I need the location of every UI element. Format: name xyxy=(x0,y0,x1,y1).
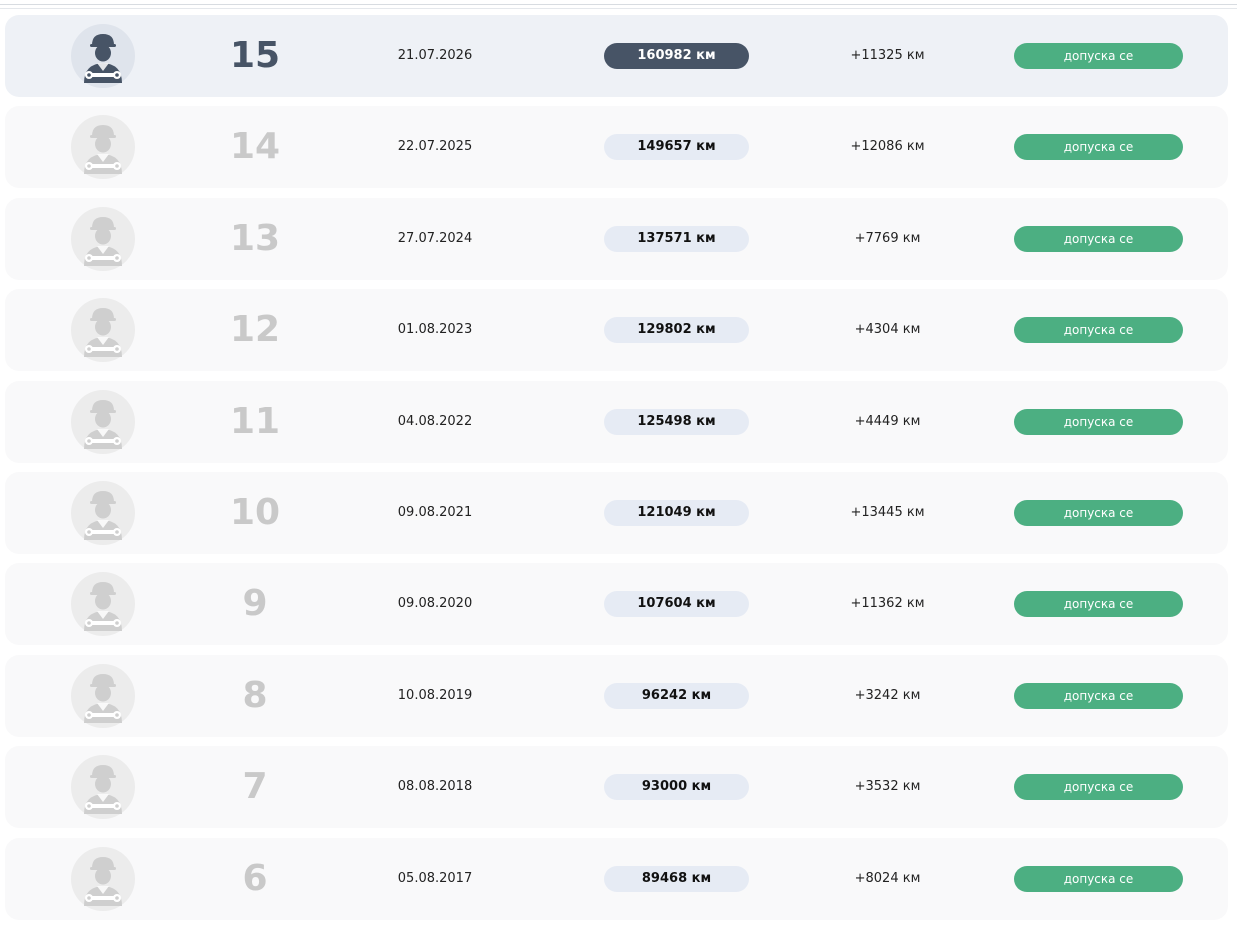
mileage-badge: 149657 км xyxy=(604,134,749,161)
mileage-badge: 125498 км xyxy=(604,408,749,435)
mileage-difference: +8024 км xyxy=(854,870,921,886)
inspection-row[interactable]: 7 08.08.2018 93000 км +3532 км допуска с… xyxy=(5,746,1228,829)
mechanic-icon xyxy=(71,298,135,363)
status-badge: допуска се xyxy=(1014,408,1183,435)
inspection-row[interactable]: 12 01.08.2023 129802 км +4304 км допуска… xyxy=(5,289,1228,372)
inspection-row[interactable]: 6 05.08.2017 89468 км +8024 км допуска с… xyxy=(5,837,1228,920)
status-badge: допуска се xyxy=(1014,682,1183,709)
mileage-difference: +12086 км xyxy=(850,139,925,155)
inspection-row[interactable]: 9 09.08.2020 107604 км +11362 км допуска… xyxy=(5,563,1228,646)
mechanic-icon xyxy=(71,663,135,728)
mechanic-icon xyxy=(71,480,135,545)
inspection-date: 21.07.2026 xyxy=(397,48,473,63)
inspection-number: 8 xyxy=(242,674,268,716)
inspection-list: 15 21.07.2026 160982 км +11325 км допуск… xyxy=(5,15,1228,929)
mileage-difference: +3242 км xyxy=(854,687,921,703)
inspection-row[interactable]: 10 09.08.2021 121049 км +13445 км допуск… xyxy=(5,471,1228,554)
inspection-row[interactable]: 8 10.08.2019 96242 км +3242 км допуска с… xyxy=(5,654,1228,737)
mileage-badge: 89468 км xyxy=(604,865,749,892)
inspection-date: 01.08.2023 xyxy=(397,322,473,338)
top-divider-secondary xyxy=(0,8,1237,9)
mileage-badge: 160982 км xyxy=(604,43,749,69)
inspection-number: 9 xyxy=(242,583,268,625)
inspection-number: 15 xyxy=(229,35,281,76)
mileage-difference: +4304 км xyxy=(854,322,921,338)
inspection-number: 13 xyxy=(229,217,281,259)
inspection-date: 27.07.2024 xyxy=(397,230,473,246)
mileage-difference: +7769 км xyxy=(854,230,921,246)
mileage-difference: +4449 км xyxy=(854,413,921,429)
status-badge: допуска се xyxy=(1014,591,1183,618)
mileage-badge: 121049 км xyxy=(604,499,749,526)
mechanic-icon xyxy=(71,755,135,820)
status-badge: допуска се xyxy=(1014,134,1183,161)
inspection-number: 14 xyxy=(229,126,281,168)
top-divider xyxy=(0,4,1237,5)
status-badge: допуска се xyxy=(1014,225,1183,252)
mileage-badge: 107604 км xyxy=(604,591,749,618)
mechanic-icon xyxy=(71,115,135,180)
inspection-date: 10.08.2019 xyxy=(397,687,473,703)
status-badge: допуска се xyxy=(1014,774,1183,801)
inspection-row[interactable]: 15 21.07.2026 160982 км +11325 км допуск… xyxy=(5,15,1228,97)
inspection-date: 08.08.2018 xyxy=(397,779,473,795)
inspection-number: 12 xyxy=(229,309,281,351)
mileage-difference: +13445 км xyxy=(850,504,925,520)
inspection-number: 11 xyxy=(229,400,281,442)
status-badge: допуска се xyxy=(1014,499,1183,526)
mileage-difference: +11325 км xyxy=(850,48,925,63)
inspection-number: 10 xyxy=(229,491,281,533)
mechanic-icon xyxy=(71,389,135,454)
mileage-badge: 93000 км xyxy=(604,774,749,801)
mileage-badge: 96242 км xyxy=(604,682,749,709)
mileage-difference: +11362 км xyxy=(850,596,925,612)
inspection-date: 09.08.2021 xyxy=(397,504,473,520)
inspection-date: 09.08.2020 xyxy=(397,596,473,612)
mechanic-icon xyxy=(71,206,135,271)
status-badge: допуска се xyxy=(1014,865,1183,892)
status-badge: допуска се xyxy=(1014,317,1183,344)
inspection-date: 04.08.2022 xyxy=(397,413,473,429)
mileage-difference: +3532 км xyxy=(854,779,921,795)
inspection-number: 6 xyxy=(242,857,268,899)
inspection-date: 22.07.2025 xyxy=(397,139,473,155)
mileage-badge: 129802 км xyxy=(604,317,749,344)
inspection-number: 7 xyxy=(242,766,268,808)
inspection-row[interactable]: 11 04.08.2022 125498 км +4449 км допуска… xyxy=(5,380,1228,463)
inspection-row[interactable]: 14 22.07.2025 149657 км +12086 км допуск… xyxy=(5,106,1228,189)
inspection-row[interactable]: 13 27.07.2024 137571 км +7769 км допуска… xyxy=(5,197,1228,280)
status-badge: допуска се xyxy=(1014,43,1183,69)
mechanic-icon xyxy=(71,24,135,88)
mileage-badge: 137571 км xyxy=(604,225,749,252)
mechanic-icon xyxy=(71,846,135,911)
mechanic-icon xyxy=(71,572,135,637)
inspection-date: 05.08.2017 xyxy=(397,870,473,886)
